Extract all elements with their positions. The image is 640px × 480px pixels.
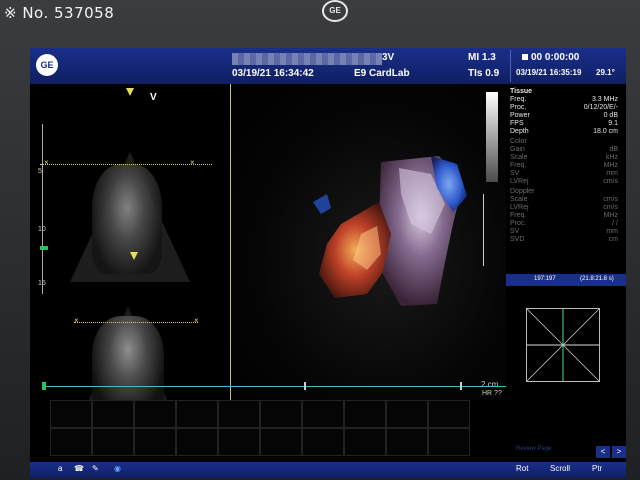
thumbnail-cell[interactable] — [92, 428, 134, 456]
plane-endpoint-right-upper[interactable]: × — [190, 158, 195, 167]
param-color-sv: SV mm — [510, 170, 618, 177]
orientation-reference-cube[interactable] — [526, 308, 600, 382]
param-doppler-freq: Freq. MHz — [510, 212, 618, 219]
preset-name: E9 CardLab — [354, 68, 410, 79]
plane-endpoint-right-lower[interactable]: × — [194, 316, 199, 325]
thumbnail-cell[interactable] — [428, 400, 470, 428]
thumbnail-cell[interactable] — [134, 400, 176, 428]
temperature: 29.1° — [596, 68, 615, 77]
cine-start-marker[interactable] — [42, 382, 46, 390]
param-color-lvrej: LVRej cm/s — [510, 178, 618, 185]
thumbnail-cell[interactable] — [218, 400, 260, 428]
param-tissue-freq: Freq. 3.3 MHz — [510, 96, 618, 103]
thumbnail-cell[interactable] — [302, 428, 344, 456]
exam-datetime: 03/19/21 16:34:42 — [232, 68, 314, 79]
focus-marker — [40, 246, 48, 250]
header-separator — [510, 50, 511, 82]
cine-end-marker[interactable] — [460, 382, 462, 390]
cine-timeline[interactable] — [44, 386, 506, 387]
ultrasound-image-lower — [92, 316, 164, 412]
thumbnail-cell[interactable] — [134, 428, 176, 456]
monitor-logo: GE — [322, 0, 348, 22]
frame-counter: 197:197 (21.8:21.8 s) — [506, 274, 626, 286]
scan-marker-arrow-upper[interactable] — [126, 88, 134, 96]
color-section-title: Color — [510, 138, 527, 145]
thumbnail-cell[interactable] — [50, 428, 92, 456]
thumbnail-cell[interactable] — [386, 400, 428, 428]
scroll-button[interactable]: Scroll — [550, 464, 570, 473]
plane-line-lower[interactable] — [74, 322, 198, 323]
thumbnail-cell[interactable] — [176, 400, 218, 428]
phone-icon[interactable]: ☎ — [74, 464, 84, 473]
3d-render-viewport[interactable]: 2 cm — [230, 84, 508, 400]
plane-endpoint-left-lower[interactable]: × — [74, 316, 79, 325]
patient-name-redacted — [232, 53, 382, 65]
scan-marker-arrow-lower[interactable] — [130, 252, 138, 260]
scale-bar-label: 2 cm — [481, 380, 499, 389]
depth-tick-10: 10 — [38, 226, 46, 233]
thumbnail-cell[interactable] — [92, 400, 134, 428]
thumbnail-cell[interactable] — [260, 400, 302, 428]
next-page-button[interactable]: > — [612, 446, 626, 458]
thumbnail-cell[interactable] — [176, 428, 218, 456]
depth-tick-5: 5 — [38, 168, 42, 175]
thumbnail-cell[interactable] — [302, 400, 344, 428]
tissue-section-title: Tissue — [510, 88, 533, 95]
mode-label: 3V — [382, 52, 395, 63]
param-tissue-proc: Proc. 0/12/20/E/- — [510, 104, 618, 111]
timer: 00 0:00:00 — [522, 52, 579, 63]
thumbnail-grid[interactable] — [50, 400, 512, 460]
heart-volume-render — [313, 156, 467, 306]
param-tissue-fps: FPS 9.1 — [510, 120, 618, 127]
ultrasound-image-upper — [92, 164, 162, 274]
thumbnail-cell[interactable] — [218, 428, 260, 456]
mi-value: MI 1.3 — [468, 52, 496, 63]
param-doppler-proc: Proc. / / — [510, 220, 618, 227]
param-color-freq: Freq. MHz — [510, 162, 618, 169]
plane-endpoint-left-upper[interactable]: × — [44, 158, 49, 167]
thumbnail-cell[interactable] — [344, 428, 386, 456]
record-icon[interactable]: ◉ — [114, 464, 121, 473]
ptr-button[interactable]: Ptr — [592, 464, 602, 473]
bottom-toolbar: a ☎ ✎ ◉ Rot Scroll Ptr — [30, 462, 626, 478]
review-page-hint: Review Page — [516, 446, 552, 452]
left-2d-panel[interactable]: 5 10 15 V × × × × — [30, 84, 218, 426]
prev-page-button[interactable]: < — [596, 446, 610, 458]
cine-cursor[interactable] — [304, 382, 306, 390]
orientation-marker: V — [150, 92, 157, 103]
depth-tick-15: 15 — [38, 280, 46, 287]
ultrasound-screen: GE 3V 03/19/21 16:34:42 E9 CardLab MI 1.… — [30, 48, 626, 478]
param-tissue-power: Power 0 dB — [510, 112, 618, 119]
doppler-section-title: Doppler — [510, 188, 535, 195]
thumbnail-cell[interactable] — [50, 400, 92, 428]
depth-ruler — [42, 124, 53, 294]
param-color-gain: Gain dB — [510, 146, 618, 153]
param-doppler-scale: Scale cm/s — [510, 196, 618, 203]
tis-value: TIs 0.9 — [468, 68, 500, 79]
param-tissue-depth: Depth 18.0 cm — [510, 128, 618, 135]
param-doppler-sv: SV mm — [510, 228, 618, 235]
edit-icon[interactable]: ✎ — [92, 464, 99, 473]
stop-icon — [522, 54, 528, 60]
param-color-scale: Scale kHz — [510, 154, 618, 161]
param-doppler-svd: SVD cm — [510, 236, 618, 243]
current-datetime: 03/19/21 16:35:19 — [516, 68, 582, 77]
thumbnail-cell[interactable] — [260, 428, 302, 456]
watermark: ※ No. 537058 — [4, 4, 115, 22]
rot-button[interactable]: Rot — [516, 464, 528, 473]
thumbnail-cell[interactable] — [386, 428, 428, 456]
header-bar: GE 3V 03/19/21 16:34:42 E9 CardLab MI 1.… — [30, 48, 626, 84]
param-doppler-lvrej: LVRej cm/s — [510, 204, 618, 211]
ge-logo: GE — [36, 54, 58, 76]
plane-line-upper[interactable] — [40, 164, 212, 165]
annotation-icon[interactable]: a — [58, 464, 62, 473]
thumbnail-cell[interactable] — [344, 400, 386, 428]
thumbnail-cell[interactable] — [428, 428, 470, 456]
heart-rate: HR ?? — [482, 390, 502, 397]
